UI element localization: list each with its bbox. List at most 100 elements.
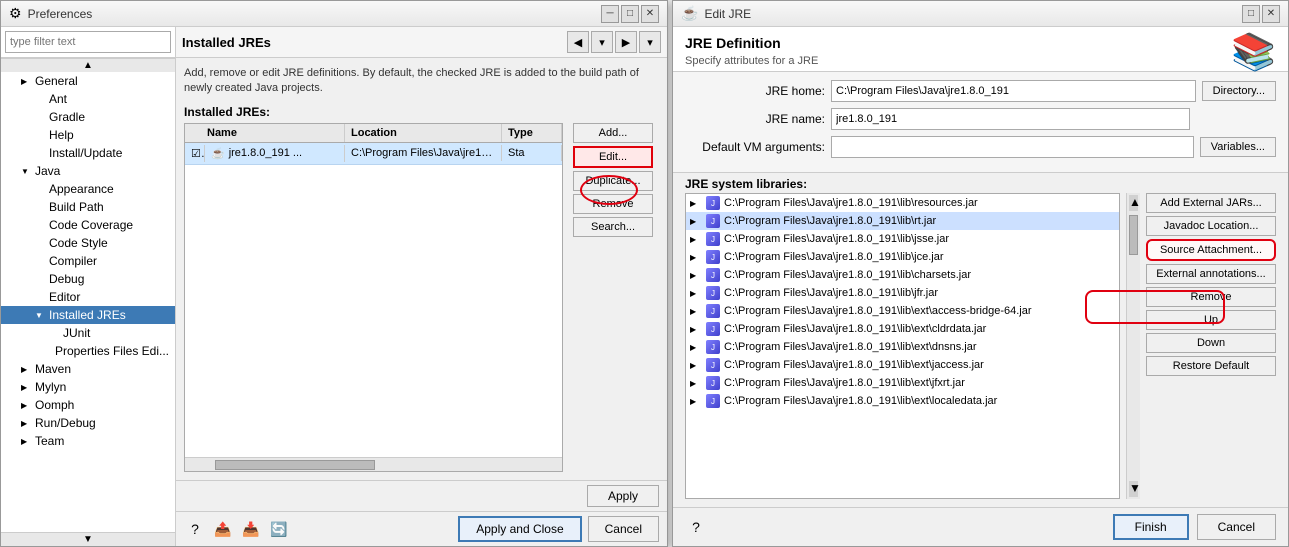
javadoc-location-button[interactable]: Javadoc Location... <box>1146 216 1276 236</box>
lib-path: C:\Program Files\Java\jre1.8.0_191\lib\e… <box>724 305 1032 317</box>
sidebar-item-junit[interactable]: JUnit <box>1 324 175 342</box>
sidebar-item-ant[interactable]: Ant <box>1 90 175 108</box>
list-item[interactable]: ▶ J C:\Program Files\Java\jre1.8.0_191\l… <box>686 194 1119 212</box>
sidebar-item-install-update[interactable]: Install/Update <box>1 144 175 162</box>
jre-home-row: JRE home: Directory... <box>685 80 1276 102</box>
sidebar-item-installed-jres[interactable]: ▼ Installed JREs <box>1 306 175 324</box>
apply-close-button[interactable]: Apply and Close <box>458 516 581 542</box>
books-icon: 📚 <box>1231 31 1276 73</box>
maximize-button[interactable]: □ <box>621 5 639 23</box>
jre-home-label: JRE home: <box>685 84 825 98</box>
add-external-jars-button[interactable]: Add External JARs... <box>1146 193 1276 213</box>
list-item[interactable]: ▶ J C:\Program Files\Java\jre1.8.0_191\l… <box>686 338 1119 356</box>
filter-input[interactable] <box>5 31 171 53</box>
jre-name-input[interactable] <box>831 108 1190 130</box>
scroll-track <box>1127 213 1140 479</box>
default-vm-input[interactable] <box>831 136 1194 158</box>
editjre-close-button[interactable]: ✕ <box>1262 5 1280 23</box>
add-button[interactable]: Add... <box>573 123 653 143</box>
horizontal-scrollbar[interactable] <box>185 457 562 471</box>
editjre-help-icon[interactable]: ? <box>685 516 707 538</box>
scroll-thumb[interactable] <box>1129 215 1138 255</box>
jre-table: Name Location Type ☑ ☕ jre <box>185 124 562 457</box>
sidebar-item-build-path[interactable]: Build Path <box>1 198 175 216</box>
sidebar-item-compiler[interactable]: Compiler <box>1 252 175 270</box>
list-item[interactable]: ▶ J C:\Program Files\Java\jre1.8.0_191\l… <box>686 392 1119 410</box>
titlebar-controls[interactable]: ─ □ ✕ <box>601 5 659 23</box>
sidebar-item-java[interactable]: ▼ Java <box>1 162 175 180</box>
row-checkbox[interactable]: ☑ <box>185 145 205 162</box>
sidebar-item-help[interactable]: Help <box>1 126 175 144</box>
sidebar-item-run-debug[interactable]: ▶ Run/Debug <box>1 414 175 432</box>
nav-back-button[interactable]: ◀ <box>567 31 589 53</box>
jre-home-input[interactable] <box>831 80 1196 102</box>
directory-button[interactable]: Directory... <box>1202 81 1276 101</box>
editjre-titlebar-controls[interactable]: □ ✕ <box>1242 5 1280 23</box>
list-item[interactable]: ▶ J C:\Program Files\Java\jre1.8.0_191\l… <box>686 374 1119 392</box>
remove-button[interactable]: Remove <box>573 194 653 214</box>
expand-arrow: ▶ <box>21 401 31 410</box>
close-button[interactable]: ✕ <box>641 5 659 23</box>
duplicate-button[interactable]: Duplicate... <box>573 171 653 191</box>
sidebar-item-general[interactable]: ▶ General <box>1 72 175 90</box>
external-annotations-button[interactable]: External annotations... <box>1146 264 1276 284</box>
expand-icon: ▶ <box>690 325 702 334</box>
variables-button[interactable]: Variables... <box>1200 137 1276 157</box>
edit-button[interactable]: Edit... <box>573 146 653 168</box>
help-icon[interactable]: ? <box>184 518 206 540</box>
cancel-button[interactable]: Cancel <box>588 516 659 542</box>
scroll-up[interactable]: ▲ <box>1129 195 1138 211</box>
export-icon[interactable]: 📤 <box>212 518 234 540</box>
list-item[interactable]: ▶ J C:\Program Files\Java\jre1.8.0_191\l… <box>686 248 1119 266</box>
sidebar-item-debug[interactable]: Debug <box>1 270 175 288</box>
sidebar-item-editor[interactable]: Editor <box>1 288 175 306</box>
sidebar-item-properties-files[interactable]: Properties Files Edi... <box>1 342 175 360</box>
minimize-button[interactable]: ─ <box>601 5 619 23</box>
import-icon[interactable]: 📥 <box>240 518 262 540</box>
lib-up-button[interactable]: Up <box>1146 310 1276 330</box>
restore-icon[interactable]: 🔄 <box>268 518 290 540</box>
apply-button[interactable]: Apply <box>587 485 659 507</box>
sidebar-item-gradle[interactable]: Gradle <box>1 108 175 126</box>
list-item[interactable]: ▶ J C:\Program Files\Java\jre1.8.0_191\l… <box>686 266 1119 284</box>
editjre-maximize-button[interactable]: □ <box>1242 5 1260 23</box>
editjre-cancel-button[interactable]: Cancel <box>1197 514 1276 540</box>
list-item[interactable]: ▶ J C:\Program Files\Java\jre1.8.0_191\l… <box>686 212 1119 230</box>
lib-down-button[interactable]: Down <box>1146 333 1276 353</box>
nav-more-button[interactable]: ▾ <box>639 31 661 53</box>
sidebar-item-code-coverage[interactable]: Code Coverage <box>1 216 175 234</box>
lib-scrollbar[interactable]: ▲ ▼ <box>1126 193 1140 499</box>
restore-default-button[interactable]: Restore Default <box>1146 356 1276 376</box>
sidebar-item-mylyn[interactable]: ▶ Mylyn <box>1 378 175 396</box>
list-item[interactable]: ▶ J C:\Program Files\Java\jre1.8.0_191\l… <box>686 320 1119 338</box>
search-button[interactable]: Search... <box>573 217 653 237</box>
sidebar-item-team[interactable]: ▶ Team <box>1 432 175 450</box>
prefs-content: ▲ ▶ General Ant Gradle <box>1 27 667 546</box>
list-item[interactable]: ▶ J C:\Program Files\Java\jre1.8.0_191\l… <box>686 230 1119 248</box>
jar-icon: J <box>706 358 720 372</box>
editjre-bottom-right: Finish Cancel <box>1113 514 1276 540</box>
scroll-down-arrow[interactable]: ▼ <box>1 532 175 546</box>
scroll-thumb[interactable] <box>215 460 375 470</box>
list-item[interactable]: ▶ J C:\Program Files\Java\jre1.8.0_191\l… <box>686 356 1119 374</box>
lib-path: C:\Program Files\Java\jre1.8.0_191\lib\j… <box>724 251 943 263</box>
editjre-bottom: ? Finish Cancel <box>673 507 1288 546</box>
sidebar-item-maven[interactable]: ▶ Maven <box>1 360 175 378</box>
lib-remove-button[interactable]: Remove <box>1146 287 1276 307</box>
sidebar-item-code-style[interactable]: Code Style <box>1 234 175 252</box>
list-item[interactable]: ▶ J C:\Program Files\Java\jre1.8.0_191\l… <box>686 302 1119 320</box>
table-row[interactable]: ☑ ☕ jre1.8.0_191 ... C:\Program Files\Ja… <box>185 143 562 165</box>
scroll-down[interactable]: ▼ <box>1129 481 1138 497</box>
nav-dropdown-button[interactable]: ▾ <box>591 31 613 53</box>
sidebar-item-label: Ant <box>49 92 67 106</box>
jar-icon: J <box>706 286 720 300</box>
scroll-up-arrow[interactable]: ▲ <box>1 58 175 72</box>
source-attachment-button[interactable]: Source Attachment... <box>1146 239 1276 261</box>
finish-button[interactable]: Finish <box>1113 514 1189 540</box>
list-item[interactable]: ▶ J C:\Program Files\Java\jre1.8.0_191\l… <box>686 284 1119 302</box>
nav-forward-button[interactable]: ▶ <box>615 31 637 53</box>
sidebar-item-oomph[interactable]: ▶ Oomph <box>1 396 175 414</box>
row-name-text: jre1.8.0_191 ... <box>229 147 302 159</box>
jar-icon: J <box>706 250 720 264</box>
sidebar-item-appearance[interactable]: Appearance <box>1 180 175 198</box>
